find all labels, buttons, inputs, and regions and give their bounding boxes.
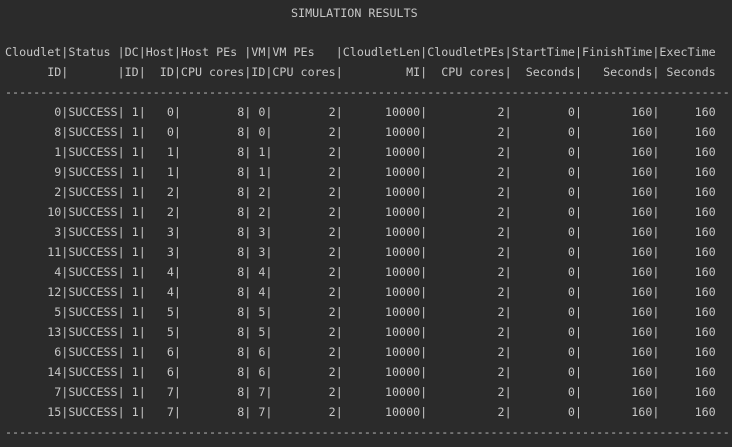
separator-top: ----------------------------------------… (5, 85, 730, 99)
table-header-line-2: ID| |ID| ID|CPU cores|ID|CPU cores| MI| … (5, 65, 716, 79)
table-row: 4|SUCCESS| 1| 4| 8| 4| 2| 10000| 2| 0| 1… (5, 265, 716, 279)
table-row: 14|SUCCESS| 1| 6| 8| 6| 2| 10000| 2| 0| … (5, 365, 716, 379)
table-row: 9|SUCCESS| 1| 1| 8| 1| 2| 10000| 2| 0| 1… (5, 165, 716, 179)
table-row: 12|SUCCESS| 1| 4| 8| 4| 2| 10000| 2| 0| … (5, 285, 716, 299)
table-row: 8|SUCCESS| 1| 0| 8| 0| 2| 10000| 2| 0| 1… (5, 125, 716, 139)
table-row: 11|SUCCESS| 1| 3| 8| 3| 2| 10000| 2| 0| … (5, 245, 716, 259)
table-row: 3|SUCCESS| 1| 3| 8| 3| 2| 10000| 2| 0| 1… (5, 225, 716, 239)
separator-bottom: ----------------------------------------… (5, 425, 730, 439)
table-row: 13|SUCCESS| 1| 5| 8| 5| 2| 10000| 2| 0| … (5, 325, 716, 339)
table-header-line-1: Cloudlet|Status |DC|Host|Host PEs |VM|VM… (5, 45, 716, 59)
table-row: 15|SUCCESS| 1| 7| 8| 7| 2| 10000| 2| 0| … (5, 405, 716, 419)
table-row: 5|SUCCESS| 1| 5| 8| 5| 2| 10000| 2| 0| 1… (5, 305, 716, 319)
table-row: 2|SUCCESS| 1| 2| 8| 2| 2| 10000| 2| 0| 1… (5, 185, 716, 199)
title-text: SIMULATION RESULTS (291, 6, 418, 20)
table-row: 1|SUCCESS| 1| 1| 8| 1| 2| 10000| 2| 0| 1… (5, 145, 716, 159)
table-row: 6|SUCCESS| 1| 6| 8| 6| 2| 10000| 2| 0| 1… (5, 345, 716, 359)
table-row: 0|SUCCESS| 1| 0| 8| 0| 2| 10000| 2| 0| 1… (5, 105, 716, 119)
console-output: SIMULATION RESULTS Cloudlet|Status |DC|H… (5, 0, 732, 447)
table-row: 7|SUCCESS| 1| 7| 8| 7| 2| 10000| 2| 0| 1… (5, 385, 716, 399)
simulation-results-title: SIMULATION RESULTS (5, 3, 418, 23)
table-row: 10|SUCCESS| 1| 2| 8| 2| 2| 10000| 2| 0| … (5, 205, 716, 219)
